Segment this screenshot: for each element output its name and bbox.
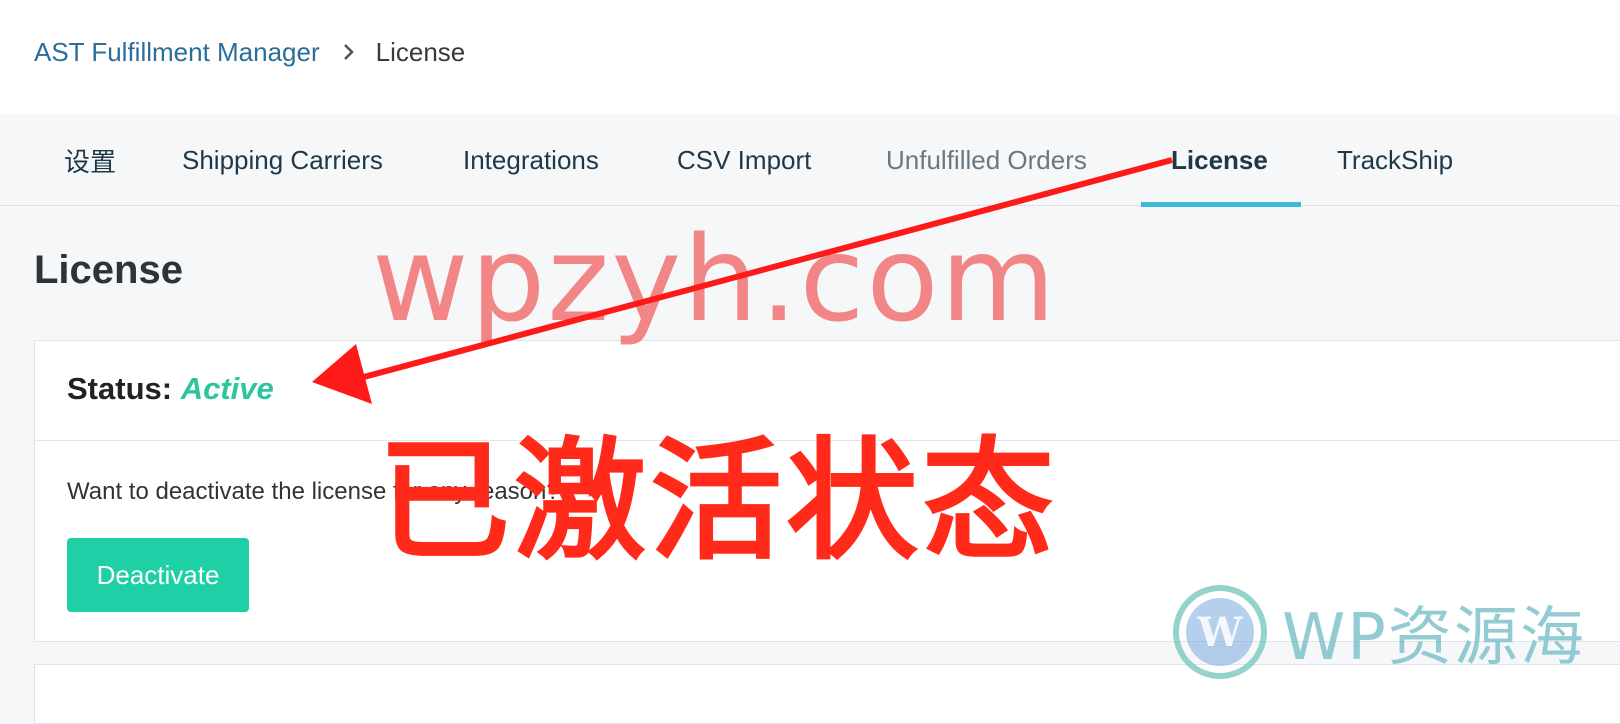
tab-integrations[interactable]: Integrations (463, 114, 599, 206)
tab-csv-import[interactable]: CSV Import (677, 114, 811, 206)
status-line: Status: Active (67, 371, 274, 407)
deactivate-button[interactable]: Deactivate (67, 538, 249, 612)
top-bar: AST Fulfillment Manager License (0, 0, 1620, 114)
status-badge: Active (180, 371, 274, 406)
license-card: Status: Active Want to deactivate the li… (34, 340, 1620, 642)
breadcrumb-current: License (375, 36, 466, 67)
watermark-text: wpzyh.com (372, 210, 1058, 348)
tab-unfulfilled-orders[interactable]: Unfulfilled Orders (886, 114, 1087, 206)
deactivate-prompt: Want to deactivate the license for any r… (67, 478, 560, 505)
status-label: Status: (67, 371, 173, 406)
license-card-header: Status: Active (35, 341, 1620, 441)
tab-settings[interactable]: 设置 (64, 114, 116, 206)
tab-shipping-carriers[interactable]: Shipping Carriers (182, 114, 383, 206)
chevron-right-icon (342, 42, 356, 62)
page-title: License (34, 248, 183, 292)
breadcrumb: AST Fulfillment Manager License (34, 34, 465, 70)
tab-bar: 设置 Shipping Carriers Integrations CSV Im… (0, 114, 1620, 207)
secondary-card (34, 664, 1620, 724)
tab-trackship[interactable]: TrackShip (1337, 114, 1453, 206)
active-tab-indicator (1141, 202, 1301, 207)
breadcrumb-parent-link[interactable]: AST Fulfillment Manager (34, 37, 320, 68)
tab-license[interactable]: License (1171, 114, 1268, 206)
